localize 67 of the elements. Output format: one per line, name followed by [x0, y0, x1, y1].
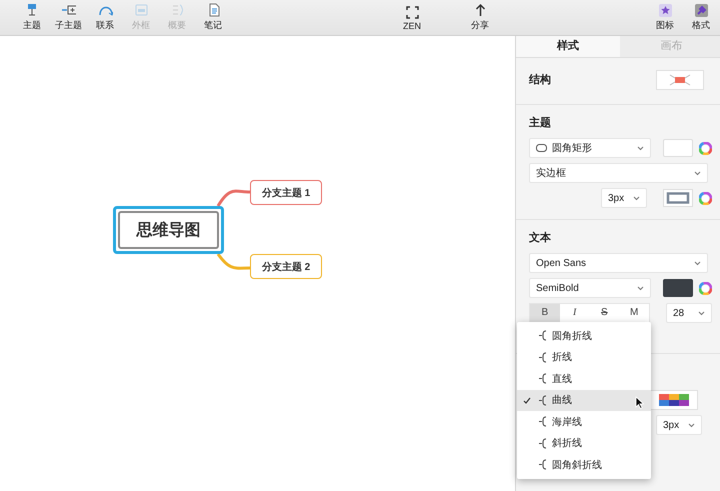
color-wheel-icon[interactable] [699, 142, 712, 154]
connector-line [216, 253, 250, 270]
menu-item[interactable]: 斜折线 [517, 432, 651, 454]
tab[interactable]: 样式 [516, 36, 620, 57]
color-palette[interactable] [650, 390, 698, 410]
branch-line-icon [538, 438, 547, 449]
caret-icon [694, 260, 701, 266]
branch-line-icon [538, 459, 547, 470]
branch-line-icon [538, 373, 547, 384]
caret-icon [633, 196, 640, 200]
palette-swatch-icon [659, 394, 689, 406]
menu-item[interactable]: 直线 [517, 368, 651, 390]
branch-line-icon [538, 394, 547, 406]
dropdown[interactable]: 3px [601, 188, 647, 208]
toolbar-button[interactable]: 图标 [652, 1, 678, 34]
branch-topic[interactable]: 分支主题 1 [250, 180, 322, 205]
rounded-rect-icon [536, 144, 547, 152]
mouse-cursor-icon [635, 396, 644, 408]
central-topic[interactable]: 思维导图 [113, 206, 224, 254]
toolbar-button[interactable]: 格式 [688, 1, 714, 34]
format-button[interactable]: I [560, 304, 590, 322]
branch-line-icon [538, 352, 547, 363]
menu-item[interactable]: 圆角斜折线 [517, 454, 651, 476]
toolbar-button[interactable]: 笔记 [200, 1, 226, 34]
subtopic-icon [61, 3, 76, 17]
dropdown[interactable]: 实边框 [529, 163, 708, 183]
caret-icon [637, 146, 644, 150]
section-title: 结构 [529, 72, 551, 87]
structure-icon [668, 74, 692, 86]
menu-item[interactable]: 折线 [517, 346, 651, 368]
caret-icon [637, 286, 644, 290]
brush-icon [694, 3, 708, 17]
dropdown[interactable]: Open Sans [529, 253, 708, 273]
color-wheel-icon[interactable] [699, 282, 712, 294]
fullscreen-icon [404, 4, 420, 18]
dropdown[interactable]: 28 [666, 303, 712, 323]
dropdown[interactable]: 圆角矩形 [529, 138, 651, 158]
toolbar-button[interactable]: 联系 [92, 1, 118, 34]
menu-item[interactable]: 海岸线 [517, 411, 651, 432]
star-icon [658, 3, 672, 17]
toolbar-button[interactable]: ZEN [399, 2, 425, 32]
connector-line [216, 190, 250, 207]
fill-color-swatch[interactable] [663, 139, 693, 157]
toolbar-button[interactable]: 子主题 [55, 1, 82, 34]
boundary-icon [134, 3, 148, 17]
branch-line-icon [538, 416, 547, 428]
branch-topic[interactable]: 分支主题 2 [250, 254, 322, 279]
structure-picker[interactable] [656, 70, 704, 90]
toolbar-button[interactable]: 主题 [19, 1, 45, 34]
toolbar-button[interactable]: 分享 [467, 1, 493, 34]
format-button[interactable]: M [619, 304, 649, 322]
dropdown[interactable]: 3px [656, 415, 702, 435]
dropdown[interactable]: SemiBold [529, 278, 651, 298]
caret-icon [688, 422, 695, 428]
section-title: 文本 [529, 230, 552, 245]
color-wheel-icon[interactable] [699, 192, 712, 204]
menu-item[interactable]: 圆角折线 [517, 325, 651, 346]
checkmark-icon [523, 396, 531, 404]
caret-icon [698, 310, 705, 316]
section-title: 主题 [529, 116, 552, 130]
menu-item[interactable]: 曲线 [517, 390, 651, 411]
branch-line-icon [538, 330, 547, 342]
caret-icon [694, 170, 701, 176]
format-button[interactable]: S [590, 304, 620, 322]
format-button[interactable]: B [530, 304, 560, 322]
text-color-swatch[interactable] [663, 279, 693, 297]
border-style-swatch[interactable] [663, 189, 693, 207]
